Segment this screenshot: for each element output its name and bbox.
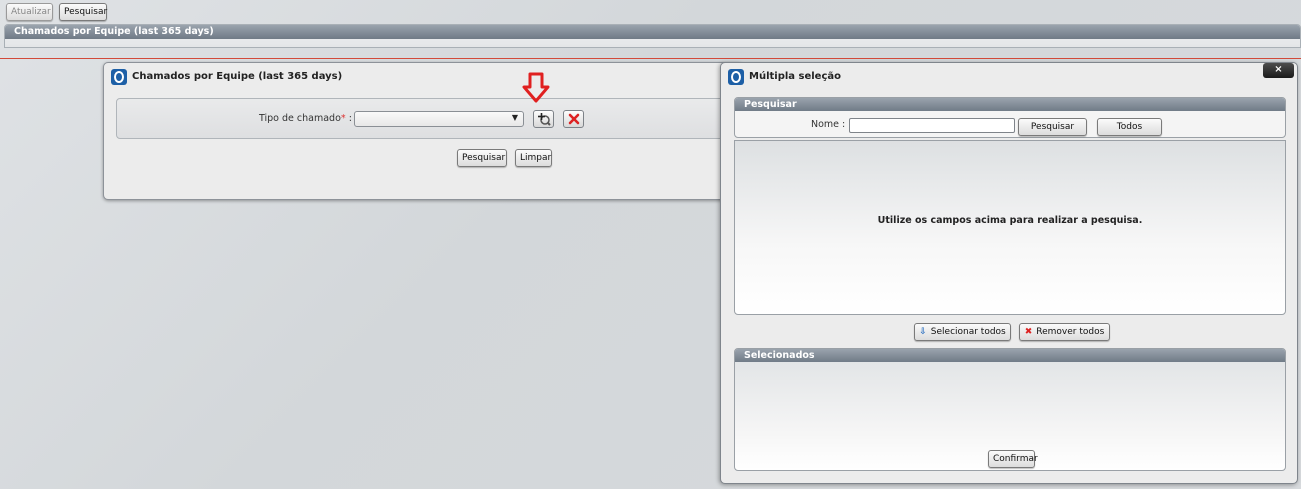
nome-label: Nome : — [811, 119, 846, 130]
app-logo-icon — [728, 69, 744, 85]
divider — [0, 58, 1301, 59]
nome-input[interactable] — [849, 118, 1015, 133]
search-add-button[interactable] — [533, 110, 554, 128]
arrow-down-icon: ⇩ — [919, 327, 927, 337]
delete-icon — [568, 113, 579, 125]
toolbar-pesquisar-button[interactable]: Pesquisar — [59, 3, 107, 21]
dropdown-arrow-icon: ▼ — [511, 113, 518, 122]
red-arrow-marker-icon — [522, 72, 550, 103]
filter-panel: Chamados por Equipe (last 365 days) Tipo… — [103, 62, 743, 200]
todos-button[interactable]: Todos — [1097, 118, 1162, 136]
multiple-selection-dialog: Múltipla seleção × Pesquisar Nome : Pesq… — [720, 62, 1298, 484]
search-add-icon — [537, 113, 551, 126]
confirmar-button[interactable]: Confirmar — [988, 450, 1038, 468]
filter-panel-title: Chamados por Equipe (last 365 days) — [111, 69, 342, 85]
selecionar-todos-button[interactable]: ⇩ Selecionar todos — [914, 323, 1011, 341]
tipo-de-chamado-label: Tipo de chamado* : — [259, 113, 352, 124]
results-message: Utilize os campos acima para realizar a … — [877, 215, 1143, 226]
search-results-area: Utilize os campos acima para realizar a … — [734, 140, 1286, 315]
app-logo-icon — [111, 69, 127, 85]
main-panel-title: Chamados por Equipe (last 365 days) — [5, 25, 1300, 39]
selected-section: Selecionados Confirmar — [734, 348, 1286, 471]
selected-section-title: Selecionados — [735, 349, 1285, 362]
dialog-pesquisar-button[interactable]: Pesquisar — [1018, 118, 1087, 136]
search-section-title: Pesquisar — [735, 98, 1285, 111]
dialog-title: Múltipla seleção — [728, 69, 841, 85]
tipo-de-chamado-select[interactable]: ▼ — [354, 111, 524, 127]
delete-icon: ✖ — [1024, 327, 1033, 337]
dialog-title-text: Múltipla seleção — [749, 71, 842, 82]
top-toolbar: Atualizar Pesquisar — [0, 0, 1301, 22]
atualizar-button[interactable]: Atualizar — [6, 3, 53, 21]
pesquisar-button[interactable]: Pesquisar — [457, 149, 507, 167]
clear-selection-button[interactable] — [563, 110, 584, 128]
close-button[interactable]: × — [1263, 63, 1294, 78]
limpar-button[interactable]: Limpar — [515, 149, 552, 167]
remover-todos-button[interactable]: ✖ Remover todos — [1019, 323, 1110, 341]
filter-panel-title-text: Chamados por Equipe (last 365 days) — [132, 71, 343, 82]
filter-fields: Tipo de chamado* : ▼ — [116, 98, 731, 139]
main-panel-header: Chamados por Equipe (last 365 days) — [4, 24, 1301, 48]
required-marker: * — [340, 113, 346, 124]
search-section: Pesquisar Nome : Pesquisar Todos — [734, 97, 1286, 138]
